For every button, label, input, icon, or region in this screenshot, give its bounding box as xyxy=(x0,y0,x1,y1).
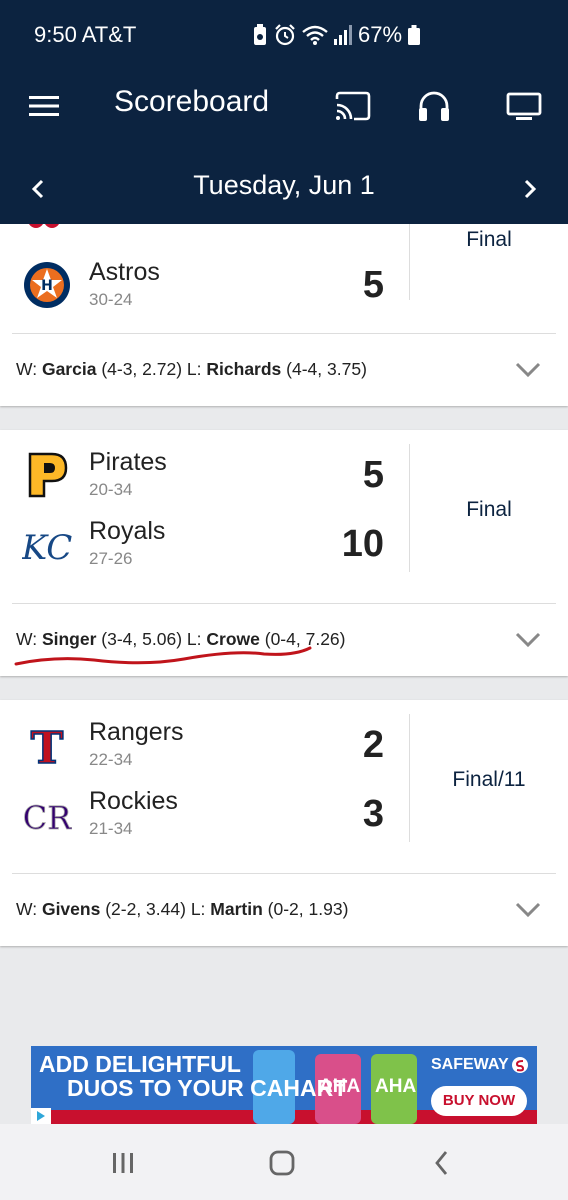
game-card[interactable]: Pirates 20-34 5 KC Royals 27-26 10 Final… xyxy=(0,430,568,676)
loss-label: L: xyxy=(190,899,206,919)
red-underline-annotation xyxy=(14,646,312,666)
cast-icon xyxy=(335,91,371,121)
ad-line-1: ADD DELIGHTFUL xyxy=(39,1051,241,1077)
team-record: 27-26 xyxy=(89,549,133,568)
ad-banner[interactable]: ADD DELIGHTFUL DUOS TO YOUR CAHART AHA A… xyxy=(31,1046,537,1124)
headphones-icon xyxy=(419,91,449,121)
status-bar: 9:50 AT&T 67% xyxy=(0,0,568,70)
expand-chevron-icon[interactable] xyxy=(513,900,543,920)
divider xyxy=(12,603,556,604)
game-status: Final/11 xyxy=(452,768,526,791)
losing-pitcher: Martin xyxy=(210,899,263,919)
rangers-logo: T xyxy=(30,722,65,770)
ad-headline: ADD DELIGHTFUL DUOS TO YOUR CAHART xyxy=(39,1052,347,1100)
winning-pitcher: Givens xyxy=(41,899,101,919)
game-card[interactable]: 32-22 H Astros 30-24 5 Final W: Garcia (… xyxy=(0,224,568,406)
divider xyxy=(12,333,556,334)
tv-icon xyxy=(506,92,542,120)
ad-brand: SAFEWAY xyxy=(431,1056,509,1073)
back-button[interactable] xyxy=(422,1146,462,1180)
safeway-logo-icon xyxy=(512,1057,528,1073)
team-row: 32-22 xyxy=(0,224,408,252)
wifi-icon xyxy=(302,25,328,45)
team-name: Rockies xyxy=(89,787,178,815)
expand-chevron-icon[interactable] xyxy=(513,360,543,380)
team-record: 20-34 xyxy=(89,480,133,499)
ad-product-label: AHA xyxy=(319,1076,361,1097)
decision-pitchers: W: Garcia (4-3, 2.72) L: Richards (4-4, … xyxy=(16,359,367,380)
battery-saver-icon xyxy=(254,24,266,45)
losing-pitcher-stats: (4-4, 3.75) xyxy=(286,359,367,379)
team-row: Pirates 20-34 5 xyxy=(0,444,408,510)
team-name: Pirates xyxy=(89,448,167,476)
svg-text:CR: CR xyxy=(23,799,72,837)
date-navigation: Tuesday, Jun 1 xyxy=(0,156,568,224)
recent-apps-button[interactable] xyxy=(103,1146,143,1180)
winning-pitcher-stats: (2-2, 3.44) xyxy=(105,899,186,919)
losing-pitcher-stats: (0-2, 1.93) xyxy=(267,899,349,919)
astros-logo: H xyxy=(24,262,70,308)
team-name: Astros xyxy=(89,258,160,286)
pirates-logo xyxy=(28,452,68,498)
team-name: Rangers xyxy=(89,718,184,746)
battery-icon xyxy=(408,25,421,45)
svg-text:T: T xyxy=(31,723,64,770)
win-label: W: xyxy=(16,359,38,379)
team-row: CR Rockies 21-34 3 xyxy=(0,783,408,849)
cast-button[interactable] xyxy=(333,88,373,124)
app-bar: Scoreboard xyxy=(0,70,568,156)
red-sox-logo xyxy=(29,224,59,228)
battery-percent: 67% xyxy=(358,22,403,47)
team-row: KC Royals 27-26 10 xyxy=(0,513,408,579)
expand-chevron-icon[interactable] xyxy=(513,630,543,650)
menu-button[interactable] xyxy=(24,88,64,124)
hamburger-icon xyxy=(29,96,59,116)
next-day-button[interactable] xyxy=(515,174,545,204)
winning-pitcher-stats: (4-3, 2.72) xyxy=(101,359,183,379)
page-title: Scoreboard xyxy=(114,85,270,118)
status-icons: 67% xyxy=(252,22,421,48)
chevron-right-icon xyxy=(524,179,537,199)
system-navigation-bar xyxy=(0,1124,568,1200)
team-score: 10 xyxy=(341,523,384,565)
team-score: 3 xyxy=(362,793,384,835)
status-time: 9:50 AT&T xyxy=(34,22,137,47)
team-row: H Astros 30-24 5 xyxy=(0,254,408,320)
adchoices-icon[interactable] xyxy=(31,1108,51,1124)
team-score: 2 xyxy=(362,724,384,766)
alarm-icon xyxy=(275,24,295,46)
team-record: 21-34 xyxy=(89,819,133,838)
scoreboard-list[interactable]: 32-22 H Astros 30-24 5 Final W: Garcia (… xyxy=(0,224,568,1046)
loss-label: L: xyxy=(186,359,202,379)
ad-buy-now-button[interactable]: BUY NOW xyxy=(431,1086,527,1116)
recent-apps-icon xyxy=(113,1153,133,1173)
tv-button[interactable] xyxy=(504,88,544,124)
current-date[interactable]: Tuesday, Jun 1 xyxy=(0,170,568,201)
svg-text:H: H xyxy=(41,278,53,294)
win-label: W: xyxy=(16,899,38,919)
game-card[interactable]: T Rangers 22-34 2 CR Rockies 21-34 3 Fin… xyxy=(0,700,568,946)
game-status: Final xyxy=(466,228,512,251)
signal-icon xyxy=(334,25,352,45)
back-icon xyxy=(435,1151,448,1175)
rockies-logo: CR xyxy=(22,799,72,838)
home-button[interactable] xyxy=(262,1146,302,1180)
audio-button[interactable] xyxy=(414,88,454,124)
team-name: Royals xyxy=(89,517,166,545)
team-score: 5 xyxy=(362,264,384,306)
team-record: 22-34 xyxy=(89,750,133,769)
winning-pitcher: Garcia xyxy=(41,359,97,379)
team-record: 30-24 xyxy=(89,290,133,309)
losing-pitcher: Richards xyxy=(206,359,282,379)
divider xyxy=(12,873,556,874)
game-status: Final xyxy=(466,498,512,521)
team-row: T Rangers 22-34 2 xyxy=(0,714,408,780)
home-icon xyxy=(269,1150,295,1176)
team-score: 5 xyxy=(362,454,384,496)
decision-pitchers: W: Givens (2-2, 3.44) L: Martin (0-2, 1.… xyxy=(16,899,348,920)
svg-text:KC: KC xyxy=(22,528,72,568)
ad-product-label: AHA xyxy=(375,1076,417,1097)
ad-line-2: DUOS TO YOUR CAHART xyxy=(67,1075,348,1101)
royals-logo: KC xyxy=(22,528,72,568)
